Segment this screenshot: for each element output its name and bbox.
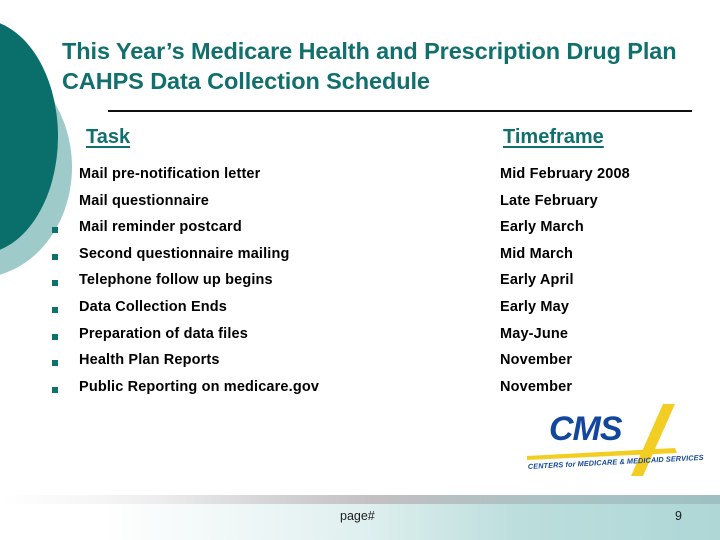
table-row: Mail pre-notification letter Mid February… (0, 165, 720, 192)
logo-cms-wordmark: CMS (549, 410, 623, 448)
table-row: Preparation of data files May-June (0, 325, 720, 352)
footer-top-shade (0, 495, 720, 504)
cms-logo: CMS CENTERS for MEDICARE & MEDICAID SERV… (525, 398, 705, 476)
bullet-icon (52, 253, 58, 260)
slide-title: This Year’s Medicare Health and Prescrip… (62, 38, 677, 94)
schedule-table: Mail pre-notification letter Mid February… (0, 165, 720, 404)
timeframe-label: Early April (500, 272, 574, 289)
footer-page-number: 9 (675, 509, 682, 523)
bullet-icon (52, 333, 58, 340)
task-label: Telephone follow up begins (79, 272, 273, 289)
bullet-icon (52, 360, 58, 367)
task-label: Data Collection Ends (79, 298, 228, 315)
column-header-timeframe: Timeframe (503, 126, 604, 148)
task-label: Preparation of data files (79, 325, 248, 342)
bullet-icon (52, 386, 58, 393)
task-label: Health Plan Reports (79, 352, 220, 369)
timeframe-label: November (500, 352, 573, 369)
timeframe-label: May-June (500, 325, 569, 342)
table-row: Mail reminder postcard Early March (0, 218, 720, 245)
table-row: Telephone follow up begins Early April (0, 271, 720, 298)
column-header-task: Task (86, 126, 131, 148)
timeframe-label: Mid March (500, 245, 574, 262)
header-divider-rule (108, 110, 692, 112)
table-row: Second questionnaire mailing Mid March (0, 245, 720, 272)
timeframe-label: Late February (500, 192, 598, 209)
task-label: Mail pre-notification letter (79, 166, 261, 182)
task-label: Mail reminder postcard (79, 219, 242, 236)
footer-page-label: page# (340, 509, 375, 523)
task-label: Second questionnaire mailing (79, 245, 290, 262)
bullet-icon (52, 306, 58, 313)
task-label: Public Reporting on medicare.gov (79, 378, 320, 395)
bullet-icon (52, 227, 58, 234)
bullet-icon (52, 280, 58, 287)
table-row: Data Collection Ends Early May (0, 298, 720, 325)
timeframe-label: Early May (500, 298, 570, 315)
slide-canvas: This Year’s Medicare Health and Prescrip… (0, 0, 720, 540)
timeframe-label: Early March (500, 219, 584, 236)
table-row: Health Plan Reports November (0, 351, 720, 378)
table-row: Mail questionnaire Late February (0, 192, 720, 219)
task-label: Mail questionnaire (79, 192, 209, 209)
timeframe-label: Mid February 2008 (500, 166, 630, 182)
timeframe-label: November (500, 378, 573, 395)
